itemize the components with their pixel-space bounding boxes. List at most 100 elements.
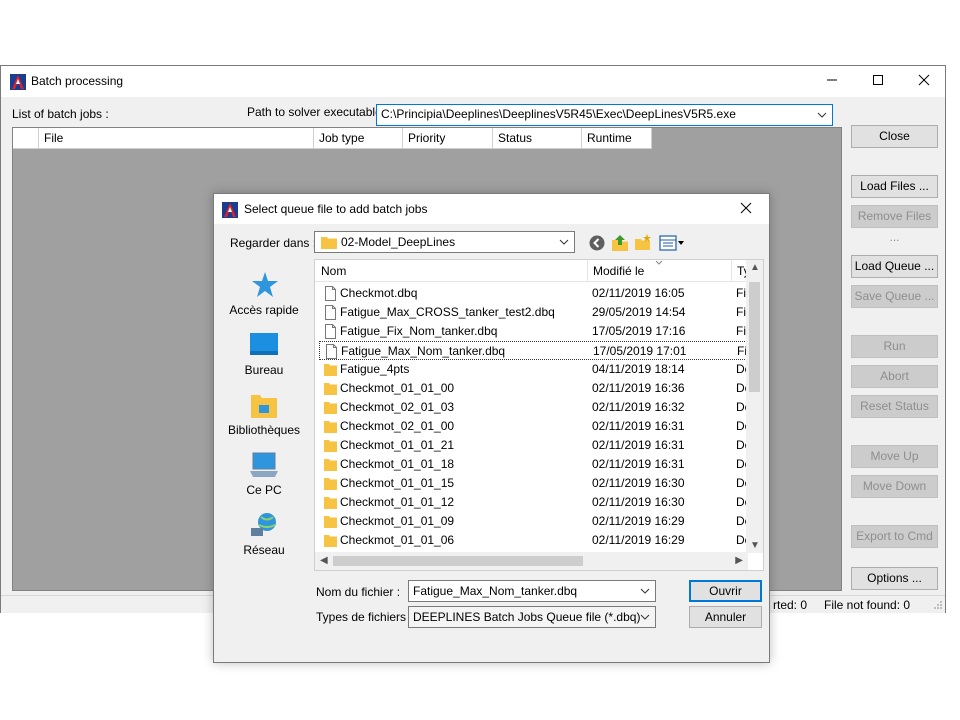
- column-header-name[interactable]: Nom: [321, 264, 346, 278]
- place-desktop[interactable]: Bureau: [224, 331, 304, 377]
- chevron-down-icon[interactable]: [639, 584, 651, 598]
- cancel-button[interactable]: Annuler: [689, 606, 762, 628]
- file-icon: [325, 286, 336, 301]
- folder-icon: [324, 402, 337, 414]
- load-queue-button[interactable]: Load Queue ...: [851, 255, 938, 278]
- scroll-left-icon[interactable]: ◀: [320, 555, 328, 566]
- column-header-runtime[interactable]: Runtime: [582, 128, 652, 149]
- dialog-title: Select queue file to add batch jobs: [244, 202, 428, 216]
- chevron-down-icon[interactable]: [639, 610, 651, 624]
- place-network[interactable]: Réseau: [224, 511, 304, 557]
- scroll-up-icon[interactable]: ▲: [750, 262, 760, 273]
- file-date: 02/11/2019 16:31: [592, 438, 685, 452]
- close-icon: [918, 74, 930, 86]
- libraries-icon: [251, 395, 277, 418]
- folder-row[interactable]: Checkmot_01_01_1802/11/2019 16:31Dc: [319, 455, 748, 474]
- view-menu-icon[interactable]: [659, 234, 685, 252]
- folder-icon: [321, 237, 337, 249]
- window-title: Batch processing: [31, 74, 124, 88]
- reset-status-button[interactable]: Reset Status: [851, 395, 938, 418]
- new-folder-icon[interactable]: [634, 234, 652, 252]
- filename-label: Nom du fichier :: [316, 585, 401, 599]
- column-header-priority[interactable]: Priority: [403, 128, 493, 149]
- close-window-button[interactable]: [901, 66, 947, 97]
- folder-row[interactable]: Checkmot_01_01_0002/11/2019 16:36Dc: [319, 379, 748, 398]
- folder-icon: [324, 535, 337, 547]
- folder-row[interactable]: Checkmot_02_01_0002/11/2019 16:31Dc: [319, 417, 748, 436]
- computer-icon: [250, 452, 278, 477]
- filename-combobox[interactable]: Fatigue_Max_Nom_tanker.dbq: [408, 580, 656, 602]
- column-header-modified[interactable]: Modifié le: [593, 264, 644, 278]
- file-row[interactable]: Fatigue_Fix_Nom_tanker.dbq 17/05/2019 17:…: [319, 322, 747, 341]
- file-name: Checkmot_01_01_12: [340, 495, 455, 509]
- back-icon[interactable]: [588, 234, 606, 252]
- abort-button[interactable]: Abort: [851, 365, 938, 388]
- export-to-cmd-button[interactable]: Export to Cmd: [851, 525, 938, 548]
- folder-icon: [324, 516, 337, 528]
- folder-icon: [324, 497, 337, 509]
- close-icon: [740, 202, 752, 214]
- chevron-down-icon[interactable]: [815, 107, 829, 123]
- vertical-scrollbar[interactable]: ▲ ▼: [746, 260, 763, 553]
- folder-row[interactable]: Fatigue_4pts04/11/2019 18:14Dc: [319, 360, 748, 379]
- file-list[interactable]: Nom Modifié le Ty Checkmot.dbq 02/11/2019…: [314, 259, 764, 571]
- resize-grip-icon[interactable]: [933, 600, 943, 610]
- remove-files-button[interactable]: Remove Files ...: [851, 205, 938, 244]
- folder-row[interactable]: Checkmot_02_01_0302/11/2019 16:32Dc: [319, 398, 748, 417]
- folder-row[interactable]: Checkmot_01_01_0602/11/2019 16:29Dc: [319, 531, 748, 550]
- close-button[interactable]: Close: [851, 125, 938, 148]
- file-row[interactable]: Fatigue_Max_CROSS_tanker_test2.dbq 29/05/…: [319, 303, 747, 322]
- place-label: Bibliothèques: [227, 423, 301, 437]
- options-button[interactable]: Options ...: [851, 567, 938, 590]
- folder-row[interactable]: Checkmot_01_01_2102/11/2019 16:31Dc: [319, 436, 748, 455]
- open-button[interactable]: Ouvrir: [689, 580, 762, 602]
- column-header-file[interactable]: File: [39, 128, 314, 149]
- horizontal-scrollbar[interactable]: ◀ ▶: [315, 552, 748, 570]
- dialog-title-bar: Select queue file to add batch jobs: [214, 194, 769, 224]
- move-down-button[interactable]: Move Down: [851, 475, 938, 498]
- solver-path-label: Path to solver executable :: [247, 105, 389, 119]
- file-row[interactable]: Fatigue_Max_Nom_tanker.dbq 17/05/2019 17:…: [319, 341, 747, 360]
- file-icon: [325, 324, 336, 339]
- folder-icon: [324, 440, 337, 452]
- solver-path-combobox[interactable]: C:\Principia\Deeplines\DeeplinesV5R45\Ex…: [376, 104, 833, 126]
- folder-row[interactable]: Checkmot_01_01_1202/11/2019 16:30Dc: [319, 493, 748, 512]
- scroll-right-icon[interactable]: ▶: [735, 555, 743, 566]
- folder-icon: [324, 364, 337, 376]
- horizontal-scroll-thumb[interactable]: [333, 556, 583, 566]
- filetype-combobox[interactable]: DEEPLINES Batch Jobs Queue file (*.dbq): [408, 606, 656, 628]
- load-files-button[interactable]: Load Files ...: [851, 175, 938, 198]
- filetype-label: Types de fichiers :: [316, 610, 413, 624]
- file-row[interactable]: Checkmot.dbq 02/11/2019 16:05 Fi: [319, 284, 747, 303]
- minimize-button[interactable]: [809, 66, 855, 97]
- place-this-pc[interactable]: Ce PC: [224, 451, 304, 497]
- move-up-button[interactable]: Move Up: [851, 445, 938, 468]
- star-icon: [252, 272, 278, 297]
- place-quick-access[interactable]: Accès rapide: [224, 271, 304, 317]
- look-in-combobox[interactable]: 02-Model_DeepLines: [314, 231, 575, 253]
- column-header-job-type[interactable]: Job type: [314, 128, 403, 149]
- vertical-scroll-thumb[interactable]: [749, 282, 760, 392]
- file-date: 17/05/2019 17:01: [593, 344, 687, 358]
- look-in-label: Regarder dans :: [230, 236, 317, 250]
- scroll-down-icon[interactable]: ▼: [750, 540, 760, 551]
- maximize-button[interactable]: [855, 66, 901, 97]
- save-queue-button[interactable]: Save Queue ...: [851, 285, 938, 308]
- folder-row[interactable]: Checkmot_01_01_1502/11/2019 16:30Dc: [319, 474, 748, 493]
- place-libraries[interactable]: Bibliothèques: [224, 391, 304, 437]
- place-label: Accès rapide: [229, 303, 299, 317]
- grid-row-header-corner: [13, 128, 39, 149]
- up-folder-icon[interactable]: [611, 234, 629, 252]
- column-header-status[interactable]: Status: [493, 128, 582, 149]
- network-icon: [251, 513, 276, 536]
- file-name: Fatigue_Fix_Nom_tanker.dbq: [340, 324, 498, 338]
- file-list-header: Nom Modifié le Ty: [315, 260, 763, 282]
- minimize-icon: [827, 79, 837, 81]
- file-icon: [326, 344, 337, 359]
- folder-icon: [324, 421, 337, 433]
- dialog-close-button[interactable]: [723, 194, 769, 224]
- folder-row[interactable]: Checkmot_01_01_0902/11/2019 16:29Dc: [319, 512, 748, 531]
- run-button[interactable]: Run: [851, 335, 938, 358]
- chevron-down-icon[interactable]: [558, 235, 570, 249]
- file-date: 02/11/2019 16:32: [592, 400, 685, 414]
